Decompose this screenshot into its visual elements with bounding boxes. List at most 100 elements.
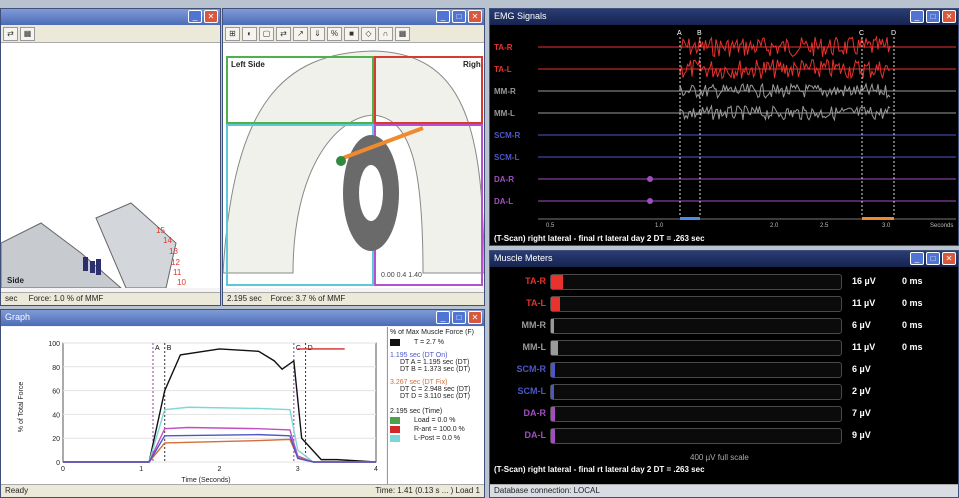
- emg-channel-label[interactable]: DA-L: [494, 197, 513, 206]
- percent-icon[interactable]: %: [327, 27, 342, 41]
- meter-bar-track: [550, 428, 842, 444]
- stop-icon[interactable]: ■: [344, 27, 359, 41]
- y-tick-label: 100: [48, 341, 60, 348]
- meter-bar-fill: [551, 385, 554, 399]
- force-time-label: sec: [5, 294, 18, 303]
- meter-label: MM-R: [521, 320, 547, 330]
- force-time-chart[interactable]: % of Total Force Time (Seconds) 02040608…: [1, 327, 386, 485]
- force-3d-view[interactable]: 15 14 13 12 11 10 Side: [1, 43, 220, 288]
- meter-bar-track: [550, 296, 842, 312]
- frame-icon[interactable]: ▢: [259, 27, 274, 41]
- meter-bar-track: [550, 340, 842, 356]
- minimize-icon[interactable]: _: [436, 10, 450, 23]
- force-3d-toolbar: ⇄ ▦: [1, 25, 220, 43]
- teeth-icon[interactable]: ∩: [378, 27, 393, 41]
- graph-legend: % of Max Muscle Force (F) T = 2.7 % 1.19…: [387, 327, 484, 485]
- meter-label: TA-L: [526, 298, 546, 308]
- swap-icon[interactable]: ⇄: [276, 27, 291, 41]
- close-icon[interactable]: ✕: [942, 10, 956, 23]
- force-status-text: Force: 1.0 % of MMF: [28, 294, 104, 303]
- meter-bar-track: [550, 274, 842, 290]
- legend-selection-2[interactable]: 3.267 sec (DT Fix): [390, 379, 483, 386]
- minimize-icon[interactable]: _: [910, 10, 924, 23]
- meter-row: TA-R 16 µV 0 ms: [490, 273, 958, 293]
- force-centroid: [336, 156, 346, 166]
- minimize-icon[interactable]: _: [188, 10, 202, 23]
- selection-range-1[interactable]: [680, 217, 700, 220]
- grid-icon[interactable]: ▦: [395, 27, 410, 41]
- maximize-icon[interactable]: □: [452, 311, 466, 324]
- meter-caption: (T-Scan) right lateral - final rt latera…: [494, 465, 705, 474]
- swap-icon[interactable]: ⇄: [3, 27, 18, 41]
- meter-ms: 0 ms: [902, 342, 923, 352]
- close-icon[interactable]: ✕: [468, 10, 482, 23]
- meter-bar-fill: [551, 341, 558, 355]
- meter-bar-fill: [551, 297, 560, 311]
- legend-header: % of Max Muscle Force (F): [390, 329, 475, 336]
- force-tooth-number: 13: [169, 247, 178, 256]
- meter-window: Muscle Meters _ □ ✕ 400 µV full scale (T…: [489, 250, 959, 498]
- graph-titlebar: Graph _ □ ✕: [1, 310, 484, 326]
- emg-titlebar: EMG Signals _ □ ✕: [490, 9, 958, 25]
- outline-icon[interactable]: ◇: [361, 27, 376, 41]
- emg-channel-label[interactable]: MM-L: [494, 109, 515, 118]
- grid-icon[interactable]: ▦: [20, 27, 35, 41]
- close-icon[interactable]: ✕: [942, 252, 956, 265]
- meter-titlebar: Muscle Meters _ □ ✕: [490, 251, 958, 267]
- emg-unit-label: Seconds: [930, 223, 953, 229]
- meter-bar-fill: [551, 429, 555, 443]
- arch-view[interactable]: Left Side Righ 0.00 0.4 1.40: [223, 43, 484, 288]
- emg-marker-label: D: [891, 30, 896, 37]
- emg-channel-label[interactable]: TA-R: [494, 43, 513, 52]
- emg-tick-label: 0.5: [546, 223, 555, 229]
- emg-channel-label[interactable]: MM-R: [494, 87, 516, 96]
- emg-plot-area[interactable]: TA-R TA-L MM-R MM-L SCM-R SCM-L DA-R DA-L A B C D 0.…: [490, 25, 958, 245]
- graph-status-right: Time: 1.41 (0.13 s ... ) Load 1: [375, 486, 480, 495]
- meter-bar-track: [550, 384, 842, 400]
- emg-channel-label[interactable]: TA-L: [494, 65, 512, 74]
- legend-dt-b: DT B = 1.373 sec (DT): [400, 366, 471, 373]
- arch-status: 2.195 sec Force: 3.7 % of MMF: [223, 292, 484, 305]
- emg-channel-label[interactable]: SCM-R: [494, 131, 520, 140]
- meter-value: 9 µV: [852, 430, 871, 440]
- force-icon[interactable]: ⇓: [310, 27, 325, 41]
- minimize-icon[interactable]: _: [436, 311, 450, 324]
- maximize-icon[interactable]: □: [926, 252, 940, 265]
- legend-load: Load = 0.0 %: [390, 417, 483, 424]
- force-3d-window: _ ✕ ⇄ ▦ 15 14 13 12 11 10 Side sec Force…: [0, 8, 221, 306]
- force-column: [90, 261, 95, 273]
- x-tick-label: 3: [296, 466, 300, 473]
- meter-label: TA-R: [525, 276, 546, 286]
- x-tick-label: 2: [218, 466, 222, 473]
- close-icon[interactable]: ✕: [468, 311, 482, 324]
- force-3d-status: sec Force: 1.0 % of MMF: [1, 292, 220, 305]
- zoom-icon[interactable]: ⊞: [225, 27, 240, 41]
- meter-ms: 0 ms: [902, 320, 923, 330]
- legend-total: T = 2.7 %: [390, 339, 483, 346]
- maximize-icon[interactable]: □: [926, 10, 940, 23]
- y-tick-label: 0: [56, 460, 60, 467]
- meter-label: DA-R: [523, 408, 547, 418]
- close-icon[interactable]: ✕: [204, 10, 218, 23]
- minimize-icon[interactable]: _: [910, 252, 924, 265]
- meter-status: Database connection: LOCAL: [490, 484, 958, 497]
- emg-channel-label[interactable]: SCM-L: [494, 153, 519, 162]
- force-tooth-number: 14: [163, 236, 172, 245]
- legend-selection-1[interactable]: 1.195 sec (DT On): [390, 352, 483, 359]
- emg-tick-label: 2.0: [770, 223, 779, 229]
- plot-frame: [62, 342, 377, 463]
- legend-dt-c: DT C = 2.948 sec (DT): [400, 386, 471, 393]
- maximize-icon[interactable]: □: [452, 10, 466, 23]
- force-column: [96, 259, 101, 275]
- emg-caption: (T-Scan) right lateral - final rt latera…: [494, 234, 705, 243]
- meter-row: DA-R 7 µV: [490, 405, 958, 425]
- y-tick-label: 40: [52, 412, 60, 419]
- selection-range-2[interactable]: [862, 217, 894, 220]
- x-tick-label: 0: [61, 466, 65, 473]
- force-tooth-number: 12: [171, 258, 180, 267]
- trajectory-icon[interactable]: ↗: [293, 27, 308, 41]
- emg-marker-label: A: [677, 30, 682, 37]
- emg-channel-label[interactable]: DA-R: [494, 175, 514, 184]
- contact-icon[interactable]: ◐: [242, 27, 257, 41]
- y-tick-label: 60: [52, 389, 60, 396]
